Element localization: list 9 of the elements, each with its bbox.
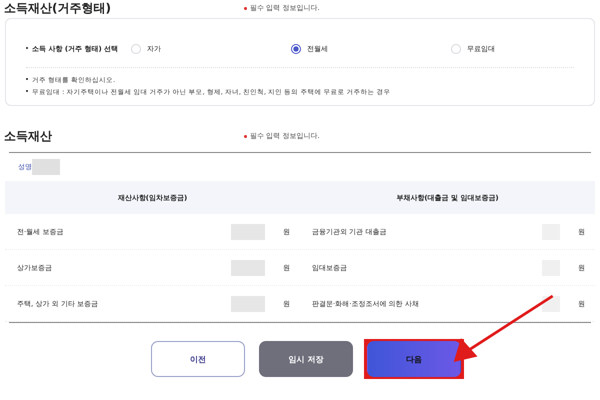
section-title: 소득재산(거주형태) bbox=[4, 0, 112, 16]
action-button[interactable]: 임시 저장 bbox=[259, 341, 353, 377]
section-title: 소득재산 bbox=[4, 128, 53, 144]
redacted-value bbox=[231, 260, 265, 276]
action-button[interactable]: 이전 bbox=[151, 341, 245, 377]
redacted-value bbox=[231, 296, 265, 312]
redacted-value bbox=[231, 224, 265, 240]
redacted-name bbox=[32, 159, 60, 175]
radio-button[interactable] bbox=[291, 44, 301, 54]
